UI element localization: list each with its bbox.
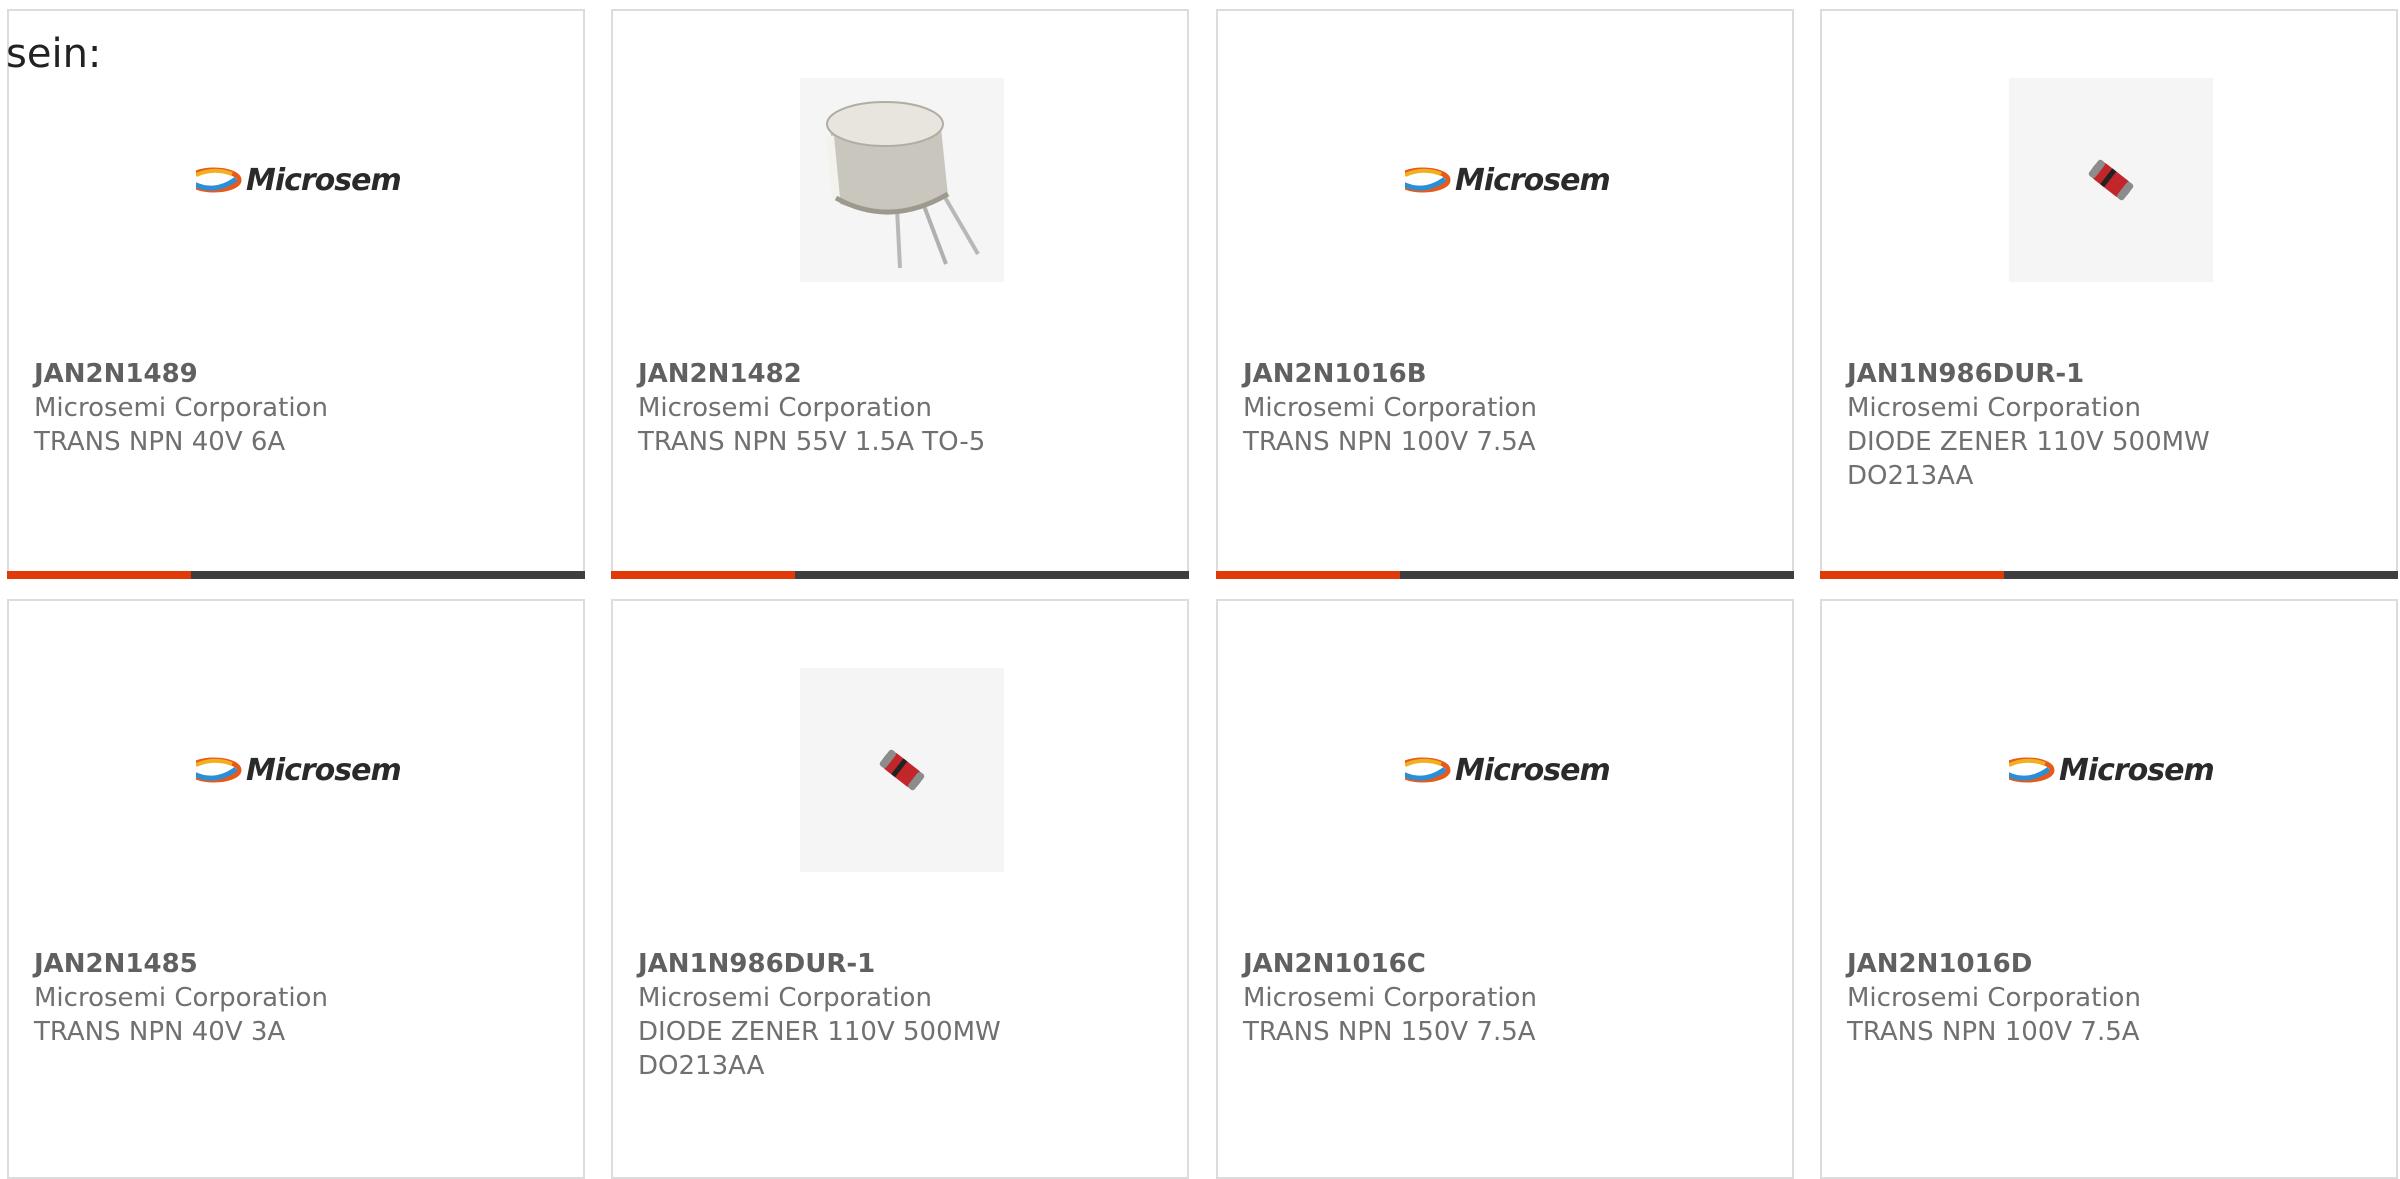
description: TRANS NPN 40V 6A xyxy=(34,427,286,457)
product-image: Microsemi xyxy=(1405,78,1609,282)
microsemi-swirl-icon xyxy=(196,167,242,193)
description: TRANS NPN 100V 7.5A xyxy=(1243,427,1536,457)
product-image xyxy=(800,668,1004,872)
logo-text: Microsemi xyxy=(1454,162,1609,198)
description: DIODE ZENER 110V 500MW DO213AA xyxy=(1847,427,2210,491)
description: DIODE ZENER 110V 500MW DO213AA xyxy=(638,1017,1001,1081)
description: TRANS NPN 40V 3A xyxy=(34,1017,286,1047)
product-card[interactable]: Microsemi JAN2N1016B Microsemi Corporati… xyxy=(1216,9,1794,579)
part-number-link[interactable]: JAN2N1016C xyxy=(1243,947,1763,981)
microsemi-logo: Microsemi xyxy=(2009,753,2213,788)
part-number-link[interactable]: JAN2N1489 xyxy=(34,357,554,391)
description: TRANS NPN 55V 1.5A TO-5 xyxy=(638,427,986,457)
part-number-link[interactable]: JAN1N986DUR-1 xyxy=(1847,357,2367,391)
manufacturer: Microsemi Corporation xyxy=(1243,983,1537,1013)
card-accent-bar xyxy=(1216,571,1400,579)
microsemi-swirl-icon xyxy=(196,757,242,783)
section-heading: sein: xyxy=(6,31,102,77)
microsemi-swirl-icon xyxy=(1405,167,1451,193)
card-accent-bar xyxy=(7,571,191,579)
product-image xyxy=(800,78,1004,282)
product-info: JAN1N986DUR-1 Microsemi Corporation DIOD… xyxy=(638,947,1158,1083)
manufacturer: Microsemi Corporation xyxy=(1847,393,2141,423)
manufacturer: Microsemi Corporation xyxy=(1243,393,1537,423)
product-image: Microsemi xyxy=(2009,668,2213,872)
logo-text: Microsemi xyxy=(245,752,400,788)
microsemi-logo: Microsemi xyxy=(196,163,400,198)
microsemi-swirl-icon xyxy=(2009,757,2055,783)
product-image xyxy=(2009,78,2213,282)
manufacturer: Microsemi Corporation xyxy=(638,983,932,1013)
card-accent-bar xyxy=(1820,571,2004,579)
to5-transistor-photo xyxy=(826,101,980,269)
product-card[interactable]: Microsemi JAN2N1489 Microsemi Corporatio… xyxy=(7,9,585,579)
product-info: JAN1N986DUR-1 Microsemi Corporation DIOD… xyxy=(1847,357,2367,493)
manufacturer: Microsemi Corporation xyxy=(34,393,328,423)
product-info: JAN2N1482 Microsemi Corporation TRANS NP… xyxy=(638,357,1158,459)
product-info: JAN2N1016B Microsemi Corporation TRANS N… xyxy=(1243,357,1763,459)
part-number-link[interactable]: JAN2N1016D xyxy=(1847,947,2367,981)
microsemi-swirl-icon xyxy=(1405,757,1451,783)
logo-text: Microsemi xyxy=(245,162,400,198)
product-info: JAN2N1016D Microsemi Corporation TRANS N… xyxy=(1847,947,2367,1049)
product-card[interactable]: JAN2N1482 Microsemi Corporation TRANS NP… xyxy=(611,9,1189,579)
part-number-link[interactable]: JAN2N1485 xyxy=(34,947,554,981)
part-number-link[interactable]: JAN2N1482 xyxy=(638,357,1158,391)
microsemi-logo: Microsemi xyxy=(1405,163,1609,198)
product-card[interactable]: Microsemi JAN2N1016D Microsemi Corporati… xyxy=(1820,599,2398,1179)
product-info: JAN2N1485 Microsemi Corporation TRANS NP… xyxy=(34,947,554,1049)
logo-text: Microsemi xyxy=(1454,752,1609,788)
do213aa-diode-photo xyxy=(879,749,925,791)
manufacturer: Microsemi Corporation xyxy=(34,983,328,1013)
microsemi-logo: Microsemi xyxy=(196,753,400,788)
product-image: Microsemi xyxy=(196,78,400,282)
product-card[interactable]: JAN1N986DUR-1 Microsemi Corporation DIOD… xyxy=(1820,9,2398,579)
part-number-link[interactable]: JAN2N1016B xyxy=(1243,357,1763,391)
product-card[interactable]: Microsemi JAN2N1485 Microsemi Corporatio… xyxy=(7,599,585,1179)
description: TRANS NPN 100V 7.5A xyxy=(1847,1017,2140,1047)
manufacturer: Microsemi Corporation xyxy=(1847,983,2141,1013)
logo-text: Microsemi xyxy=(2058,752,2213,788)
microsemi-logo: Microsemi xyxy=(1405,753,1609,788)
description: TRANS NPN 150V 7.5A xyxy=(1243,1017,1536,1047)
manufacturer: Microsemi Corporation xyxy=(638,393,932,423)
card-accent-bar xyxy=(611,571,795,579)
product-card[interactable]: JAN1N986DUR-1 Microsemi Corporation DIOD… xyxy=(611,599,1189,1179)
product-info: JAN2N1489 Microsemi Corporation TRANS NP… xyxy=(34,357,554,459)
card-footer-bar xyxy=(7,571,585,579)
product-info: JAN2N1016C Microsemi Corporation TRANS N… xyxy=(1243,947,1763,1049)
part-number-link[interactable]: JAN1N986DUR-1 xyxy=(638,947,1158,981)
do213aa-diode-photo xyxy=(2088,159,2134,201)
product-image: Microsemi xyxy=(196,668,400,872)
product-card[interactable]: Microsemi JAN2N1016C Microsemi Corporati… xyxy=(1216,599,1794,1179)
card-footer-bar xyxy=(1216,571,1794,579)
product-grid: Microsemi JAN2N1489 Microsemi Corporatio… xyxy=(0,0,2400,1179)
card-footer-bar xyxy=(1820,571,2398,579)
card-footer-bar xyxy=(611,571,1189,579)
product-image: Microsemi xyxy=(1405,668,1609,872)
